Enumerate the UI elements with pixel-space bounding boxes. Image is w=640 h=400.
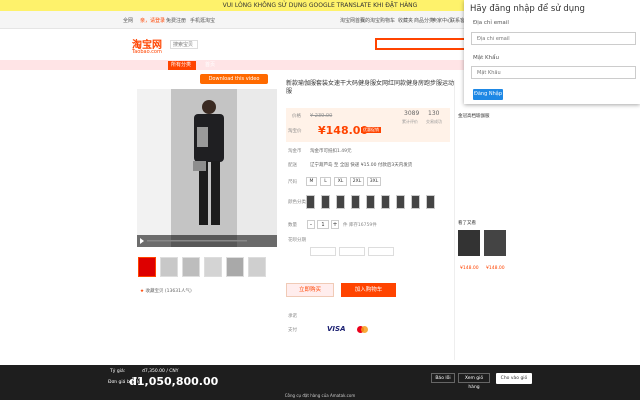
see-also-title: 看了又看 (458, 221, 476, 226)
color-swatch[interactable] (351, 195, 360, 209)
add-to-cart-button[interactable]: 加入购物车 (341, 283, 396, 297)
nav-home-link[interactable]: 首页 (205, 61, 215, 70)
seller-center-link[interactable]: 卖家中心 (432, 17, 452, 24)
color-swatch[interactable] (366, 195, 375, 209)
price-label: 淘宝价 (288, 129, 302, 134)
installment-label: 花呗分期 (288, 238, 306, 243)
related-product-price: ¥148.00 (486, 266, 505, 271)
promo-text: 淘金币可抵扣1.49元 (310, 149, 352, 154)
quantity-label: 数量 (288, 223, 297, 228)
payment-label: 支付 (288, 328, 297, 333)
product-thumbnail[interactable] (226, 257, 244, 277)
review-count-label: 累计评价 (402, 119, 418, 124)
color-label: 颜色分类 (288, 200, 306, 205)
password-field[interactable] (471, 66, 636, 79)
topbar-link[interactable]: 全网 (123, 17, 133, 24)
quantity-input[interactable]: 1 (317, 220, 329, 229)
color-swatch[interactable] (381, 195, 390, 209)
size-option[interactable]: 3XL (367, 177, 381, 186)
login-title: Hãy đăng nhập để sử dụng (470, 4, 585, 14)
add-to-order-button[interactable]: Cho vào giỏ (496, 373, 532, 384)
buy-now-button[interactable]: 立即购买 (286, 283, 334, 297)
color-swatch[interactable] (336, 195, 345, 209)
original-price: ¥ 239.00 (310, 113, 333, 119)
categories-link[interactable]: 商品分类 (414, 17, 434, 24)
mastercard-icon (361, 326, 368, 333)
view-cart-button[interactable]: Xem giỏ hàng (458, 373, 490, 390)
my-taobao-link[interactable]: 我的淘宝 (360, 17, 380, 24)
related-product-image[interactable] (458, 230, 480, 256)
installment-option[interactable] (310, 247, 336, 256)
size-option[interactable]: L (320, 177, 331, 186)
size-option[interactable]: 2XL (350, 177, 364, 186)
sales-count-label: 交易成功 (426, 119, 442, 124)
stock-text: 件 库存16759件 (343, 223, 377, 228)
seller-name[interactable]: 金冠高档瑜伽服 (458, 113, 490, 119)
register-link[interactable]: 免费注册 (166, 17, 186, 24)
star-icon: ★ (140, 289, 145, 294)
product-thumbnail[interactable] (138, 257, 156, 277)
email-field[interactable] (471, 32, 636, 45)
promo-badge: 优惠促销 (361, 127, 381, 133)
visa-logo: VISA (327, 325, 346, 333)
password-label: Mật Khẩu (473, 55, 499, 61)
size-option[interactable]: M (306, 177, 317, 186)
exchange-rate-value: đ7,350.00 / CNY (142, 369, 179, 374)
search-scope-select[interactable]: 搜索宝贝 (170, 40, 198, 49)
color-swatch[interactable] (426, 195, 435, 209)
color-swatch[interactable] (321, 195, 330, 209)
shipping-text[interactable]: 辽宁葫芦岛 至 全国 快递 ¥15.00 付款后3天内发货 (310, 162, 412, 168)
download-video-button[interactable]: Download this video (200, 74, 268, 84)
all-categories-menu[interactable]: 所有分类 (168, 61, 196, 70)
review-count[interactable]: 3089 (404, 110, 419, 117)
cart-link[interactable]: 购物车 (380, 17, 395, 24)
related-product-price: ¥148.00 (460, 266, 479, 271)
email-label: Địa chỉ email (473, 20, 509, 26)
sales-count: 130 (428, 110, 440, 117)
login-button[interactable]: Đăng Nhập (473, 89, 503, 100)
color-swatch[interactable] (411, 195, 420, 209)
color-swatch[interactable] (306, 195, 315, 209)
search-input[interactable] (375, 38, 469, 50)
promise-label: 承诺 (288, 314, 297, 319)
favorite-label: 收藏宝贝 (13631人气) (145, 289, 192, 294)
promo-label: 淘金币 (288, 149, 302, 154)
toolbar-footer-text: Công cụ đặt hàng của Amatak.com (284, 393, 356, 398)
mobile-link[interactable]: 手机逛淘宝 (190, 17, 215, 24)
product-main-image[interactable] (137, 89, 277, 247)
quantity-minus-button[interactable]: - (307, 220, 315, 229)
installment-option[interactable] (339, 247, 365, 256)
color-swatch[interactable] (396, 195, 405, 209)
shipping-label: 配送 (288, 163, 297, 168)
installment-option[interactable] (368, 247, 394, 256)
size-label: 尺码 (288, 180, 297, 185)
taobao-logo-sub: Taobao.com (132, 49, 162, 55)
report-error-button[interactable]: Báo lỗi (431, 373, 455, 383)
original-price-label: 价格 (292, 114, 301, 119)
size-option[interactable]: XL (334, 177, 347, 186)
product-thumbnail[interactable] (160, 257, 178, 277)
product-title: 新款瑜伽服套装女速干大码健身服女网红同款健身房跑步服运动服 (286, 80, 455, 95)
product-thumbnail[interactable] (182, 257, 200, 277)
product-thumbnail[interactable] (204, 257, 222, 277)
product-thumbnail[interactable] (248, 257, 266, 277)
exchange-rate-label: Tỷ giá: (110, 369, 126, 374)
related-product-image[interactable] (484, 230, 506, 256)
favorite-product-link[interactable]: ★ 收藏宝贝 (13631人气) (140, 288, 192, 294)
login-link[interactable]: 亲，请登录 (140, 17, 165, 24)
favorites-link[interactable]: 收藏夹 (398, 17, 413, 24)
quantity-plus-button[interactable]: + (331, 220, 339, 229)
retail-price-vnd: đ1,050,800.00 (129, 375, 219, 388)
